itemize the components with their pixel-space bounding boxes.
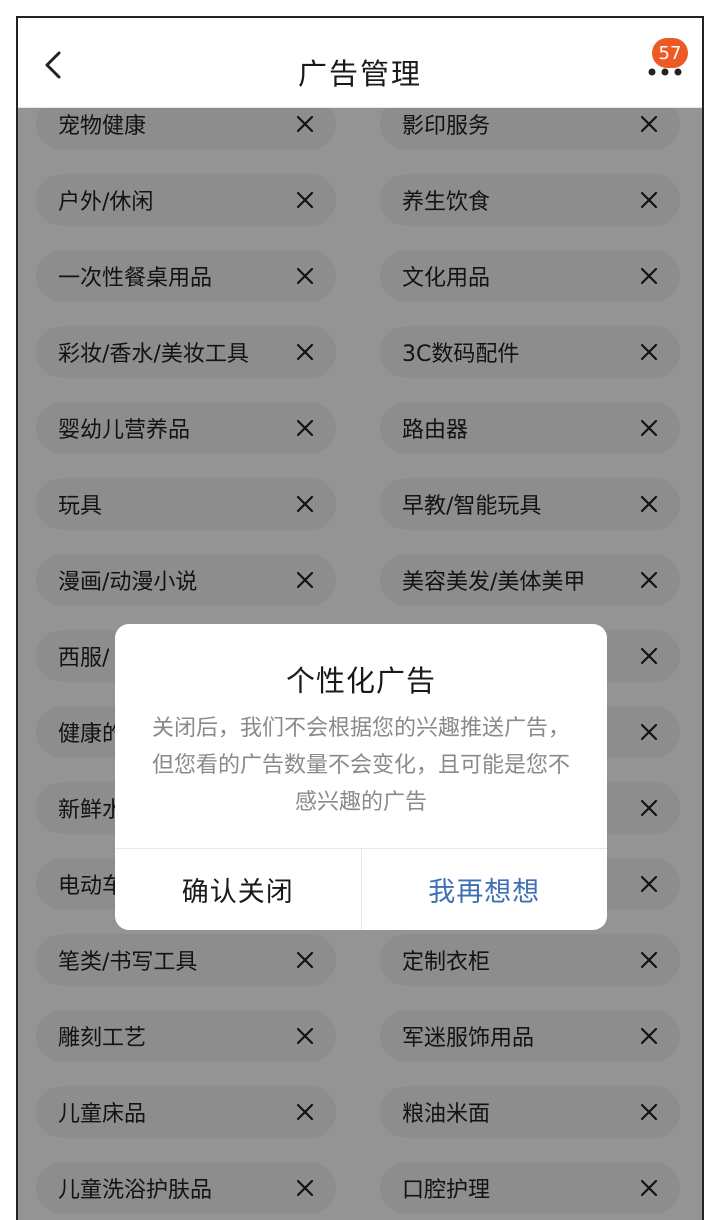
dialog-message: 关闭后，我们不会根据您的兴趣推送广告，但您看的广告数量不会变化，且可能是您不感兴… [151, 716, 570, 815]
dialog-title: 个性化广告 [285, 664, 436, 698]
confirm-close-button[interactable]: 确认关闭 [115, 849, 362, 930]
more-button[interactable]: 57 [644, 38, 688, 82]
think-again-button[interactable]: 我再想想 [362, 849, 608, 930]
more-dots-icon [648, 68, 682, 76]
notification-badge: 57 [652, 38, 688, 68]
top-bar: 广告管理 57 [18, 18, 702, 108]
dialog-actions: 确认关闭 我再想想 [115, 848, 607, 930]
personalized-ads-dialog: 个性化广告 关闭后，我们不会根据您的兴趣推送广告，但您看的广告数量不会变化，且可… [115, 624, 607, 930]
page-title: 广告管理 [297, 57, 422, 91]
app-frame: 广告管理 57 宠物健康 影印服务 户外/休闲 养生饮食 一次性餐桌用品 文化用品 彩妆/香… [16, 16, 704, 1220]
